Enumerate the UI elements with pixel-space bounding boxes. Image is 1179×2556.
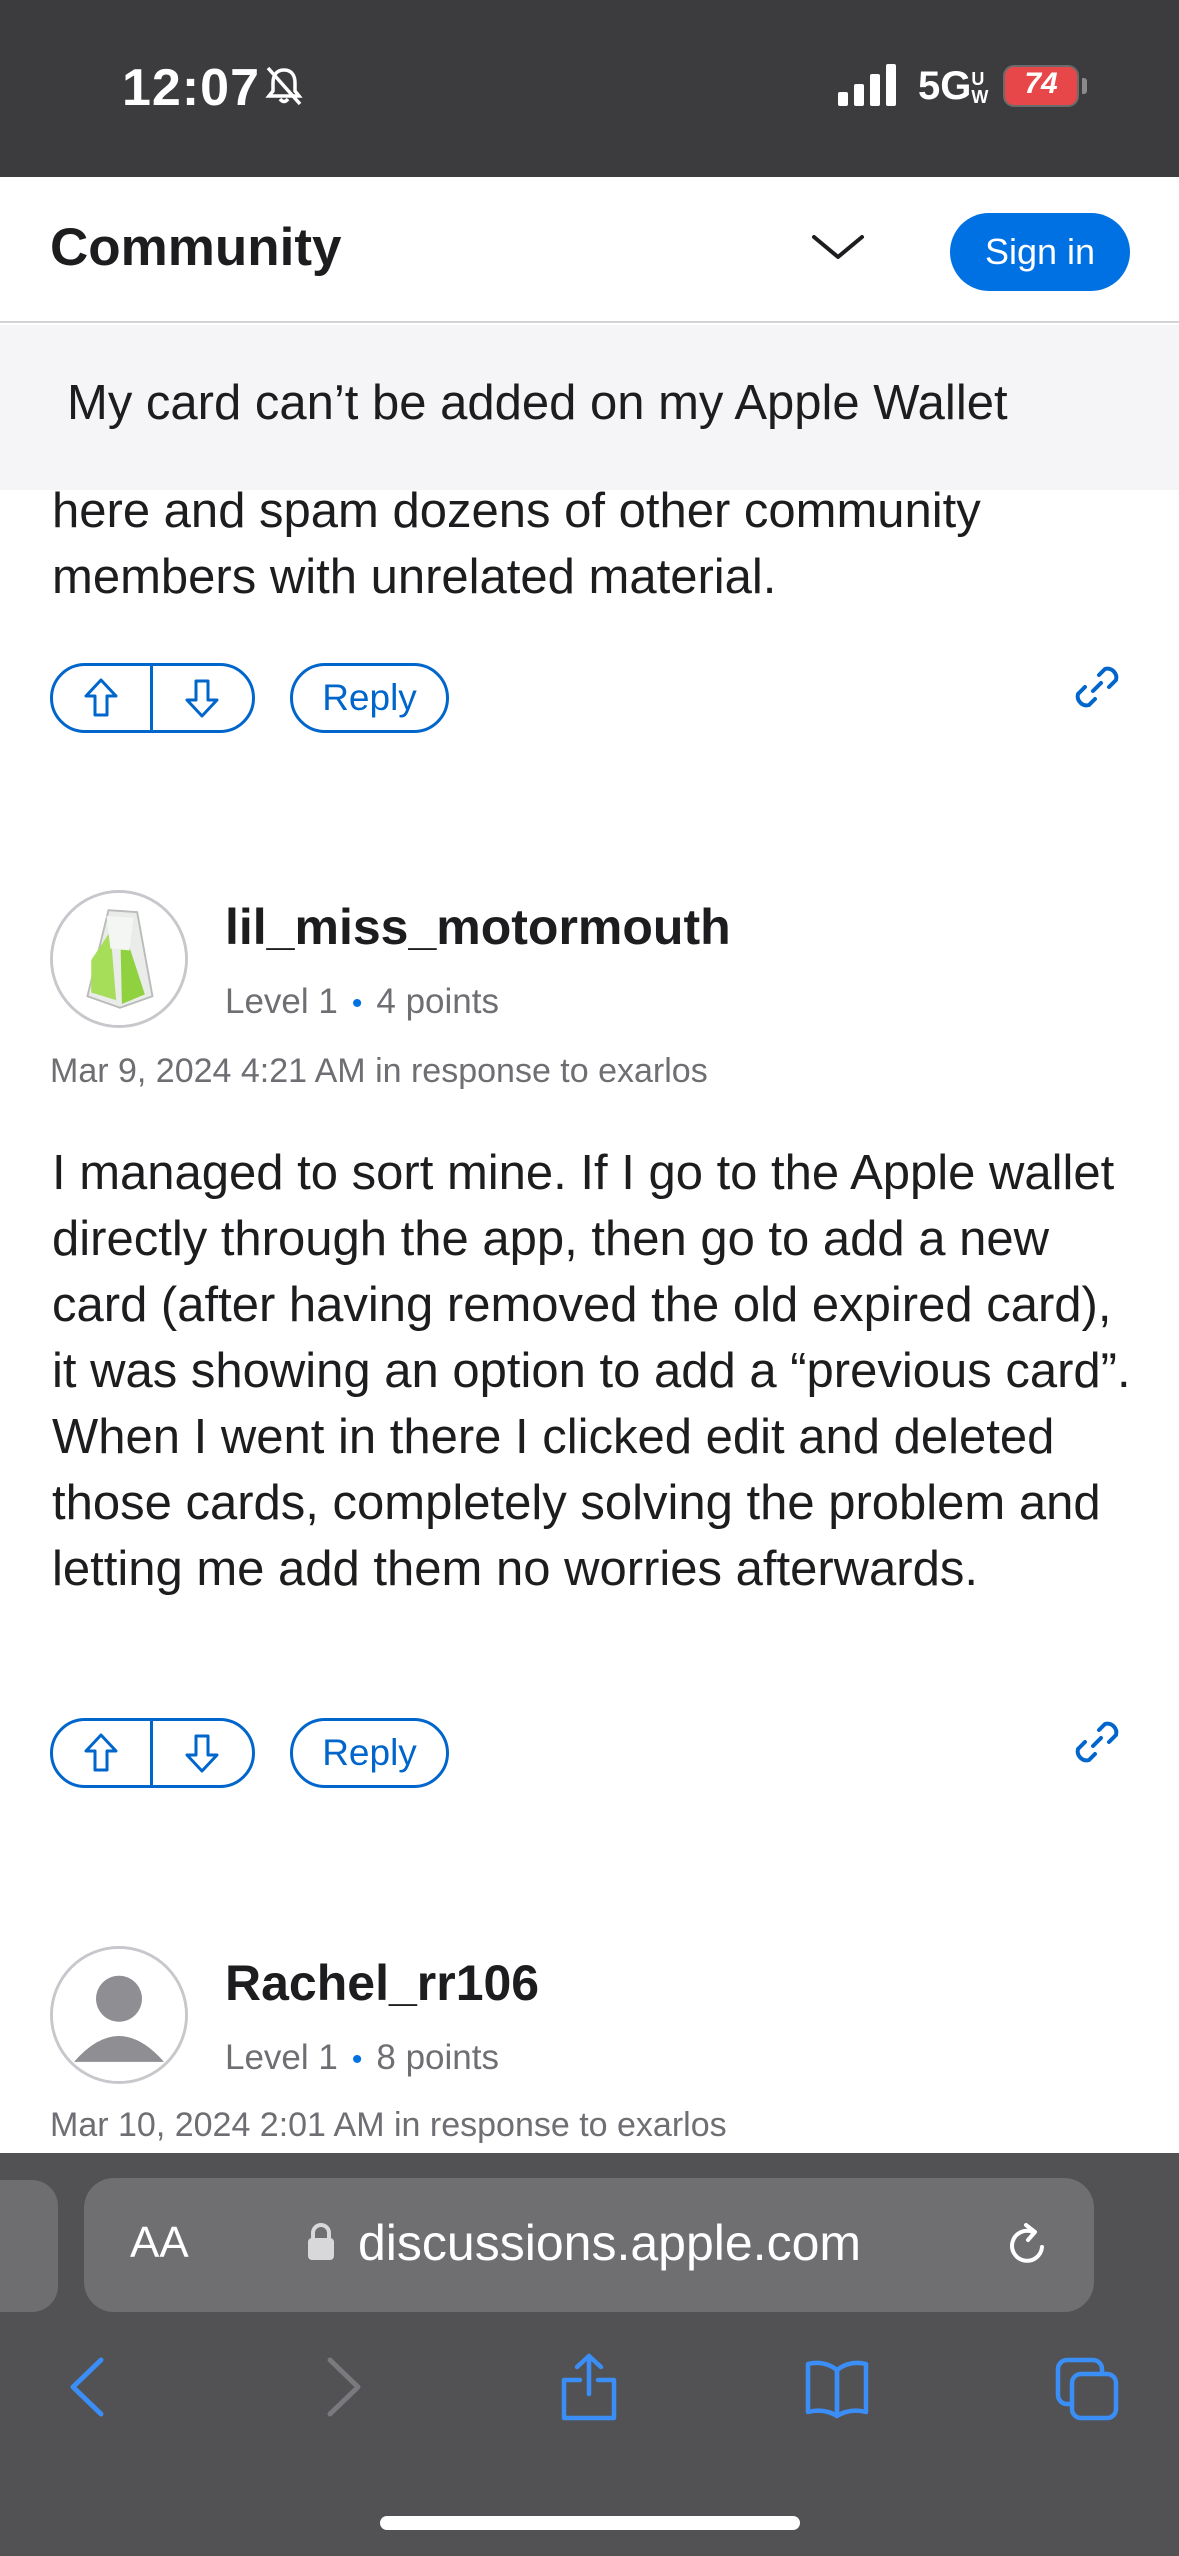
share-icon[interactable] (556, 2352, 622, 2422)
arrow-up-icon (84, 678, 118, 717)
user-level: Level 1 • 4 points (225, 982, 499, 1021)
reload-icon[interactable] (1002, 2220, 1052, 2270)
post-meta: Mar 9, 2024 4:21 AM in response to exarl… (50, 1052, 708, 1090)
back-icon[interactable] (55, 2352, 121, 2422)
community-title[interactable]: Community (50, 217, 342, 278)
post-body: here and spam dozens of other community … (52, 484, 981, 604)
user-level: Level 1 • 8 points (225, 2038, 499, 2077)
battery-icon: 74 (1003, 65, 1087, 107)
avatar[interactable] (50, 1946, 188, 2084)
previous-tab-preview[interactable] (0, 2180, 58, 2312)
network-label: 5GUW (918, 64, 993, 109)
user-points: 8 points (376, 2038, 499, 2077)
arrow-up-icon (84, 1733, 118, 1772)
arrow-down-icon (185, 679, 219, 718)
vote-group (50, 663, 255, 733)
bookmarks-icon[interactable] (804, 2352, 870, 2422)
arrow-down-icon (185, 1734, 219, 1773)
user-level-label: Level 1 (225, 982, 338, 1021)
post-body: I managed to sort mine. If I go to the A… (52, 1146, 1131, 1596)
avatar-image (53, 893, 185, 1025)
avatar[interactable] (50, 890, 188, 1028)
status-time: 12:07 (122, 59, 260, 117)
chevron-down-icon[interactable] (808, 227, 868, 267)
link-icon[interactable] (1068, 658, 1126, 716)
bell-muted-icon (265, 66, 303, 106)
thread-title: My card can’t be added on my Apple Walle… (67, 376, 1008, 430)
upvote-button[interactable] (53, 1721, 153, 1785)
network-suffix: UW (971, 69, 989, 107)
forward-icon[interactable] (310, 2352, 376, 2422)
default-avatar-icon (53, 1949, 185, 2081)
battery-level: 74 (1024, 67, 1058, 100)
reply-button[interactable]: Reply (290, 1718, 449, 1788)
post-meta: Mar 10, 2024 2:01 AM in response to exar… (50, 2106, 727, 2144)
vote-group (50, 1718, 255, 1788)
home-indicator (380, 2516, 800, 2530)
reply-button[interactable]: Reply (290, 663, 449, 733)
address-bar[interactable]: AA discussions.apple.com (84, 2178, 1094, 2312)
user-points: 4 points (376, 982, 499, 1021)
cellular-signal-icon (838, 64, 896, 106)
tabs-icon[interactable] (1054, 2352, 1120, 2422)
username[interactable]: lil_miss_motormouth (225, 898, 731, 956)
url-text[interactable]: discussions.apple.com (358, 2214, 861, 2272)
link-icon[interactable] (1068, 1713, 1126, 1771)
network-type: 5G (918, 64, 972, 108)
status-bar: 12:07 5GUW 74 (0, 0, 1179, 177)
lock-icon (308, 2223, 334, 2260)
downvote-button[interactable] (153, 1721, 253, 1785)
sign-in-button[interactable]: Sign in (950, 213, 1130, 291)
upvote-button[interactable] (53, 666, 153, 730)
text-size-button[interactable]: AA (130, 2218, 189, 2268)
username[interactable]: Rachel_rr106 (225, 1954, 539, 2012)
downvote-button[interactable] (153, 666, 253, 730)
community-header: Community Sign in (0, 177, 1179, 323)
user-level-label: Level 1 (225, 2038, 338, 2077)
thread-title-bar: My card can’t be added on my Apple Walle… (0, 325, 1179, 490)
